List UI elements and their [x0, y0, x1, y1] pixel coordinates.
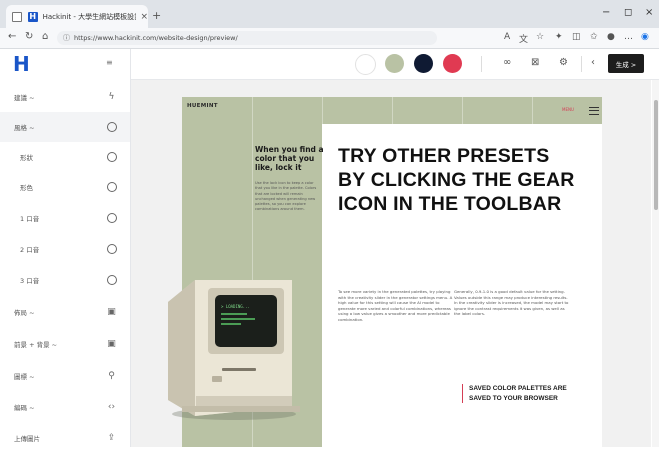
sidebar-item-label: 形狀 — [20, 154, 33, 162]
compass-icon — [106, 275, 117, 286]
lightning-icon: ϟ — [108, 92, 115, 102]
minimize-button[interactable]: − — [602, 7, 610, 18]
scrollbar-thumb[interactable] — [654, 100, 658, 210]
sidebar-item-label: 3 口音 — [20, 277, 40, 285]
compass-icon — [106, 182, 117, 193]
maximize-button[interactable]: ◻ — [624, 7, 632, 18]
compass-icon — [106, 213, 117, 224]
crop-icon[interactable]: ⊠ — [531, 57, 539, 68]
image-icon: ▣ — [107, 339, 116, 349]
favorites-icon[interactable]: ✩ — [590, 32, 598, 42]
sidebar-item-label: 形色 — [20, 184, 33, 192]
compass-icon — [106, 152, 117, 163]
compass-icon — [106, 122, 117, 133]
gear-icon[interactable]: ⚙ — [559, 57, 568, 68]
profile-avatar[interactable]: ● — [607, 32, 615, 42]
compass-icon — [106, 244, 117, 255]
preview-saved-note: SAVED COLOR PALETTES ARE SAVED TO YOUR B… — [462, 384, 584, 403]
toolbar-divider — [481, 56, 482, 72]
site-favicon-icon: H — [27, 11, 38, 22]
favorite-star-icon[interactable]: ☆ — [536, 32, 544, 42]
read-aloud-icon[interactable]: A — [504, 32, 510, 42]
sidebar-item-icons[interactable]: 圖標 ~ ⚲ — [0, 361, 130, 391]
sidebar-item-label: 圖標 ~ — [14, 373, 35, 381]
sidebar-item-color[interactable]: 形色 — [0, 172, 130, 202]
color-swatch-1[interactable] — [355, 54, 376, 75]
browser-window: H Hackinit - 大學生網站模板設計 | ... × + − ◻ × ←… — [0, 0, 659, 447]
sidebar-item-upload-image[interactable]: 上傳圖片 ⇪ — [0, 423, 130, 453]
address-bar: ← ↻ ⌂ ⓘ https://www.hackinit.com/website… — [0, 28, 659, 49]
extension-icon[interactable]: ✦ — [555, 32, 563, 42]
generate-button[interactable]: 生成 > — [608, 54, 644, 73]
preview-headline: TRY OTHER PRESETS BY CLICKING THE GEAR I… — [338, 145, 575, 215]
split-screen-icon[interactable]: ◫ — [572, 32, 581, 42]
hamburger-menu-icon[interactable] — [589, 107, 599, 115]
url-field[interactable]: ⓘ https://www.hackinit.com/website-desig… — [57, 31, 437, 45]
preview-menu-label[interactable]: MENU — [562, 107, 574, 112]
sidebar-item-accent-1[interactable]: 1 口音 — [0, 203, 130, 233]
sidebar-item-accent-3[interactable]: 3 口音 — [0, 265, 130, 295]
upload-icon: ⇪ — [107, 433, 116, 443]
sidebar-item-style[interactable]: 風格 ~ — [0, 112, 130, 142]
sidebar-item-code[interactable]: 編碼 ~ ‹› — [0, 392, 130, 422]
chevron-left-icon[interactable]: ‹ — [591, 57, 595, 68]
edge-copilot-icon[interactable]: ◉ — [641, 32, 649, 42]
sidebar-item-label: 編碼 ~ — [14, 404, 35, 412]
preview-hint-body: Use the lock icon to keep a color that y… — [255, 181, 317, 212]
sidebar-item-accent-2[interactable]: 2 口音 — [0, 234, 130, 264]
collapse-sidebar-icon[interactable]: ≡ — [106, 58, 113, 67]
color-swatch-4[interactable] — [443, 54, 462, 73]
sidebar-item-shape[interactable]: 形狀 — [0, 142, 130, 172]
lock-icon: ⓘ — [63, 34, 70, 42]
stamp-icon: ⚲ — [108, 371, 115, 381]
code-icon: ‹› — [107, 402, 116, 412]
sidebar-item-label: 上傳圖片 — [14, 435, 40, 443]
preview-body-left: To see more variety in the generated pal… — [338, 289, 453, 322]
sidebar-item-label: 佈局 ~ — [14, 309, 35, 317]
back-icon[interactable]: ← — [8, 31, 16, 42]
tab-strip: H Hackinit - 大學生網站模板設計 | ... × + − ◻ × — [0, 0, 659, 28]
editor-toolbar: ∞ ⊠ ⚙ ‹ — [131, 49, 659, 80]
tab-select-checkbox[interactable] — [12, 11, 22, 22]
tab-close-icon[interactable]: × — [140, 12, 148, 22]
sidebar-item-label: 1 口音 — [20, 215, 40, 223]
browser-tab[interactable]: H Hackinit - 大學生網站模板設計 | ... × — [6, 5, 148, 28]
translate-icon[interactable]: 文 — [519, 32, 528, 45]
color-swatch-3[interactable] — [414, 54, 433, 73]
new-tab-button[interactable]: + — [152, 9, 161, 22]
sidebar-item-label: 建議 ~ — [14, 94, 35, 102]
toolbar-divider — [581, 56, 582, 72]
url-text: https://www.hackinit.com/website-design/… — [74, 34, 238, 42]
link-icon[interactable]: ∞ — [503, 57, 511, 68]
sidebar-item-label: 風格 ~ — [14, 124, 35, 132]
sidebar-item-label: 2 口音 — [20, 246, 40, 254]
preview-body-right: Generally, 0.9-1.0 is a good default val… — [454, 289, 569, 317]
home-icon[interactable]: ⌂ — [42, 31, 48, 42]
close-window-button[interactable]: × — [645, 7, 653, 18]
retro-computer-image: > LOADING... — [168, 280, 300, 420]
sidebar-item-label: 前景 + 背景 ~ — [14, 341, 58, 349]
sidebar-item-layout[interactable]: 佈局 ~ ▣ — [0, 297, 130, 327]
image-icon: ▣ — [107, 307, 116, 317]
sidebar: H ≡ 建議 ~ ϟ 風格 ~ 形狀 形色 1 口音 2 口音 3 口音 佈局 … — [0, 49, 131, 447]
sidebar-item-foreground-background[interactable]: 前景 + 背景 ~ ▣ — [0, 329, 130, 359]
preview-brand-logo[interactable]: HUEMINT — [187, 103, 218, 109]
color-swatch-2[interactable] — [385, 54, 404, 73]
screen-text: > LOADING... — [221, 304, 250, 309]
tab-title: Hackinit - 大學生網站模板設計 | ... — [42, 12, 137, 21]
preview-hint-title: When you find a color that you like, loc… — [255, 145, 324, 172]
app-logo[interactable]: H — [13, 54, 35, 74]
more-menu-icon[interactable]: … — [624, 32, 633, 42]
refresh-icon[interactable]: ↻ — [25, 31, 33, 42]
sidebar-item-suggestions[interactable]: 建議 ~ ϟ — [0, 82, 130, 112]
